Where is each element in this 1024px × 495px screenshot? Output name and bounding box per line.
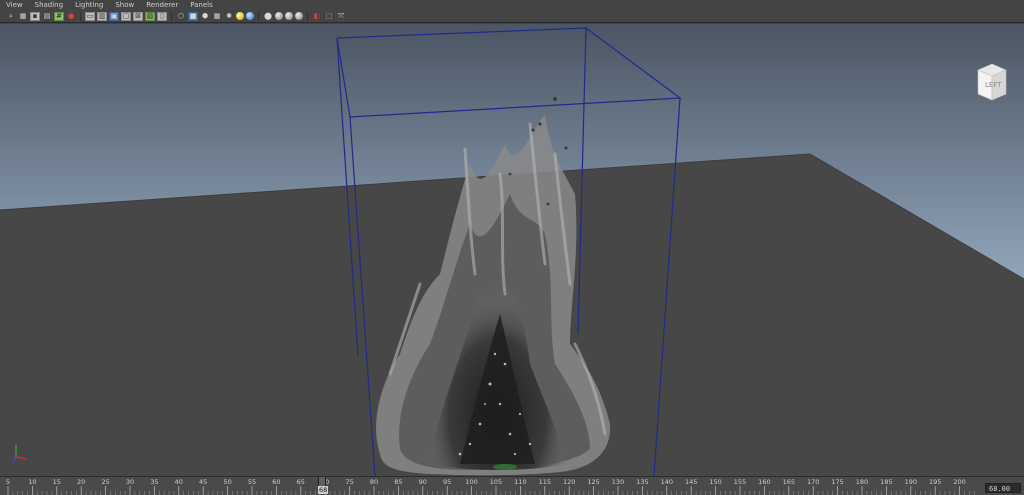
timeline-tick-label: 20	[77, 478, 86, 486]
safe-title-icon[interactable]: ⊠	[133, 11, 143, 21]
timeline-tick-label: 185	[880, 478, 893, 486]
timeline-tick-label: 145	[684, 478, 698, 486]
timeline-tick-label: 155	[733, 478, 747, 486]
timeline-tick-label: 55	[247, 478, 257, 486]
timeline-tick-label: 140	[660, 478, 674, 486]
timeline-tick-label: 200	[953, 478, 966, 486]
bookmark-icon[interactable]: ▪	[30, 11, 40, 21]
timeline-tick-label: 130	[611, 478, 625, 486]
camera-icon[interactable]: ⬚	[324, 12, 334, 21]
timeline-tick-label: 35	[150, 478, 159, 486]
timeline-tick-label: 135	[636, 478, 649, 486]
gate-mask-icon[interactable]: ▥	[97, 11, 107, 21]
timeline-tick-label: 175	[831, 478, 844, 486]
current-frame-field[interactable]: 68.00	[985, 483, 1021, 493]
timeline-tick-label: 105	[489, 478, 503, 486]
xray-joints-icon[interactable]	[285, 12, 293, 20]
shadows-icon[interactable]	[236, 12, 244, 20]
select-camera-icon[interactable]: ⌕	[6, 12, 16, 21]
toolbar-separator	[171, 11, 172, 21]
viewport-scene	[0, 24, 1024, 476]
timeline-tick-label: 115	[538, 478, 552, 486]
gate-icon[interactable]: ▯	[157, 11, 167, 21]
toolbar-separator	[307, 11, 308, 21]
timeline-tick-label: 5	[5, 478, 11, 486]
timeline-tick-label: 45	[199, 478, 208, 486]
timeline-tick-label: 15	[52, 478, 61, 486]
xray-components-icon[interactable]	[295, 12, 303, 20]
menu-panels[interactable]: Panels	[190, 0, 213, 10]
xray-icon[interactable]	[275, 12, 283, 20]
safe-action-icon[interactable]: ▢	[121, 11, 131, 21]
timeline-tick-label: 80	[369, 478, 379, 486]
menu-lighting[interactable]: Lighting	[75, 0, 103, 10]
menu-renderer[interactable]: Renderer	[146, 0, 178, 10]
timeline-tick-label: 165	[782, 478, 796, 486]
timeline-tick-label: 60	[272, 478, 281, 486]
timeline-tick-label: 10	[28, 478, 37, 486]
menu-view[interactable]: View	[6, 0, 23, 10]
timeline-tick-label: 195	[928, 478, 942, 486]
toolbar-separator	[258, 11, 259, 21]
timeline-tick-label: 30	[125, 478, 135, 486]
wireframe-on-shaded-icon[interactable]: ⬢	[200, 12, 210, 21]
timeline-tick-label: 120	[562, 478, 576, 486]
film-gate-icon[interactable]: ●	[66, 12, 76, 21]
menu-shading[interactable]: Shading	[35, 0, 63, 10]
field-chart-icon[interactable]: ▣	[109, 11, 119, 21]
menu-show[interactable]: Show	[115, 0, 134, 10]
view-cube-face-label: LEFT	[985, 81, 1002, 89]
transform-icon[interactable]: ⤧	[336, 12, 346, 21]
timeline-tick-label: 40	[174, 478, 183, 486]
timeline-tick-label: 110	[514, 478, 527, 486]
timeline-tick-label: 65	[296, 478, 305, 486]
timeline-tick-label: 75	[345, 478, 354, 486]
timeline-tick-label: 170	[806, 478, 820, 486]
3d-viewport[interactable]: LEFT	[0, 24, 1024, 476]
timeline-tick-label: 95	[443, 478, 452, 486]
timeline-tick-label: 150	[709, 478, 722, 486]
resolution-gate-icon[interactable]: ▭	[85, 11, 95, 21]
panel-toolbar: ⌕ ▦ ▪ ▤ # ● ▭ ▥ ▣ ▢ ⊠ ▧ ▯ ⬡ ■ ⬢ ▦ ✺ ⬤ ◧ …	[0, 10, 1024, 23]
highlight-icon[interactable]: ◧	[312, 12, 322, 21]
view-cube[interactable]: LEFT	[974, 62, 1010, 102]
camera-attributes-icon[interactable]: ▦	[18, 12, 28, 21]
playhead-frame-label: 68	[318, 486, 329, 494]
grid-icon[interactable]: #	[54, 11, 64, 21]
timeline-tick-label: 85	[394, 478, 403, 486]
ambient-occlusion-icon[interactable]	[246, 12, 254, 20]
display-hud-icon[interactable]: ▧	[145, 11, 155, 21]
timeline-tick-label: 125	[587, 478, 600, 486]
timeline-tick-label: 190	[904, 478, 918, 486]
timeline-tick-label: 50	[223, 478, 232, 486]
timeline-tick-label: 90	[418, 478, 427, 486]
toolbar-separator	[80, 11, 81, 21]
use-lights-icon[interactable]: ✺	[224, 12, 234, 21]
isolate-select-icon[interactable]: ⬤	[263, 12, 273, 21]
textured-icon[interactable]: ▦	[212, 12, 222, 21]
smooth-shade-icon[interactable]: ■	[188, 11, 198, 21]
image-plane-icon[interactable]: ▤	[42, 12, 52, 21]
timeline-tick-label: 25	[101, 478, 110, 486]
timeline-tick-label: 100	[465, 478, 478, 486]
timeline-tick-label: 180	[855, 478, 869, 486]
panel-menubar: View Shading Lighting Show Renderer Pane…	[0, 0, 1024, 10]
wireframe-icon[interactable]: ⬡	[176, 12, 186, 21]
timeline-tick-label: 160	[758, 478, 771, 486]
axis-gizmo	[10, 442, 32, 464]
